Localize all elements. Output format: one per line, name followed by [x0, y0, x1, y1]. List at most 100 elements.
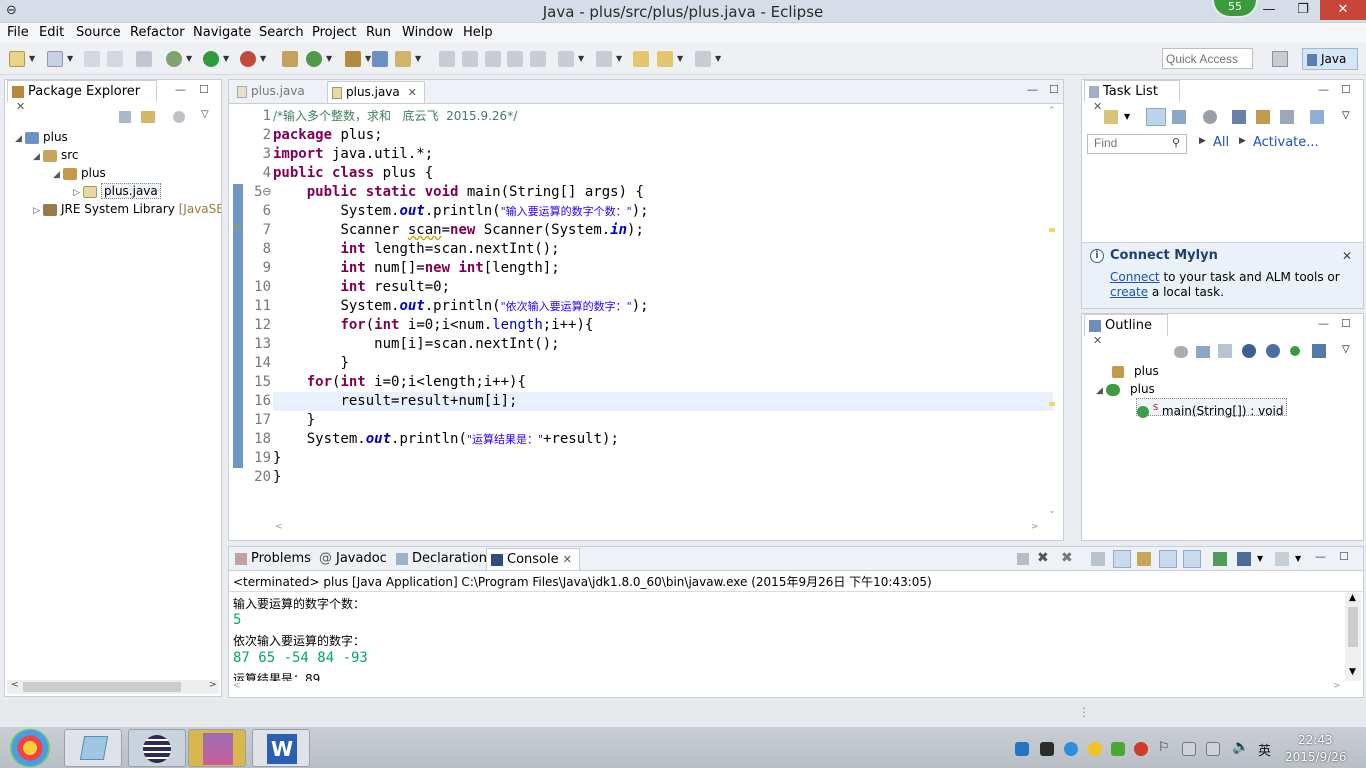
- menu-source[interactable]: Source: [76, 25, 121, 40]
- tree-item-src[interactable]: ◢ src: [33, 146, 79, 164]
- view-menu-icon[interactable]: [173, 111, 185, 123]
- chevron-down-icon[interactable]: ▼: [677, 54, 683, 63]
- tab-javadoc[interactable]: @ Javadoc: [315, 548, 391, 570]
- new-icon[interactable]: [9, 51, 25, 67]
- external-tools-icon[interactable]: [240, 51, 256, 67]
- save-all-icon[interactable]: [107, 51, 123, 67]
- hide-static-icon[interactable]: [1266, 344, 1280, 358]
- task-find-input[interactable]: [1088, 135, 1166, 151]
- tree-item-file[interactable]: ▷ plus.java: [73, 182, 161, 200]
- chevron-down-icon[interactable]: ▼: [1124, 112, 1130, 121]
- code-area[interactable]: /*输入多个整数，求和 底云飞 2015.9.26*/ package plus…: [273, 107, 1053, 487]
- expand-icon[interactable]: ◢: [33, 148, 43, 166]
- previous-annotation-icon[interactable]: [596, 51, 612, 67]
- menu-window[interactable]: Window: [402, 25, 453, 40]
- hide-local-types-icon[interactable]: [1312, 344, 1326, 358]
- clock-date[interactable]: 2015/9/26: [1285, 750, 1347, 764]
- outline-item-class[interactable]: ◢ plus: [1096, 380, 1155, 398]
- java-perspective-button[interactable]: Java: [1302, 48, 1358, 70]
- scroll-right-icon[interactable]: >: [1031, 522, 1039, 532]
- taskbar-wps[interactable]: W: [252, 729, 310, 767]
- scroll-left-icon[interactable]: <: [233, 681, 241, 691]
- hide-completed-icon[interactable]: [1232, 110, 1246, 124]
- editor-horizontal-scrollbar[interactable]: < >: [273, 522, 1043, 536]
- open-perspective-icon[interactable]: [1272, 51, 1288, 67]
- connect-link[interactable]: Connect: [1110, 270, 1160, 284]
- show-whitespace-icon[interactable]: [485, 51, 501, 67]
- debug-icon[interactable]: [166, 51, 182, 67]
- close-icon[interactable]: ✕: [16, 100, 25, 113]
- clear-console-icon[interactable]: [1091, 552, 1105, 566]
- scroll-left-icon[interactable]: <: [275, 522, 283, 532]
- close-icon[interactable]: ✕: [1342, 249, 1352, 263]
- close-icon[interactable]: ✕: [563, 553, 572, 566]
- warning-icon[interactable]: ⚠: [233, 222, 242, 233]
- menu-project[interactable]: Project: [312, 25, 356, 40]
- maximize-icon[interactable]: ☐: [1341, 317, 1351, 330]
- taskbar-explorer[interactable]: [64, 729, 122, 767]
- scrollbar-thumb[interactable]: [1348, 607, 1358, 647]
- last-edit-location-icon[interactable]: [633, 51, 649, 67]
- console-vertical-scrollbar[interactable]: ▲ ▼: [1345, 593, 1361, 681]
- open-console-icon[interactable]: [1275, 552, 1289, 566]
- tray-network-icon[interactable]: [1206, 742, 1220, 756]
- scroll-down-icon[interactable]: ⌄: [1048, 506, 1056, 516]
- skip-breakpoints-icon[interactable]: [136, 51, 152, 67]
- forward-arrow-icon[interactable]: [695, 51, 711, 67]
- search-icon[interactable]: ⚲: [1172, 136, 1180, 149]
- minimize-button[interactable]: —: [1252, 0, 1286, 20]
- chevron-down-icon[interactable]: ▼: [415, 54, 421, 63]
- scroll-down-icon[interactable]: ▼: [1349, 667, 1356, 677]
- menu-refactor[interactable]: Refactor: [130, 25, 185, 40]
- minimize-icon[interactable]: —: [175, 83, 186, 96]
- tray-app-icon[interactable]: [1015, 742, 1029, 756]
- flag-icon[interactable]: ⚐: [1158, 740, 1170, 755]
- tab-problems[interactable]: Problems: [231, 548, 315, 570]
- quick-access-input[interactable]: [1162, 48, 1253, 69]
- tree-item-jre[interactable]: ▷ JRE System Library [JavaSE: [33, 200, 221, 218]
- toggle-mark-occurrences-icon[interactable]: [439, 51, 455, 67]
- chevron-down-icon[interactable]: ▼: [67, 54, 73, 63]
- new-java-project-icon[interactable]: [282, 51, 298, 67]
- tab-plus-java-active[interactable]: plus.java ✕: [327, 81, 425, 103]
- expand-icon[interactable]: ▷: [33, 202, 43, 218]
- tray-security-icon[interactable]: [1111, 742, 1125, 756]
- hide-fields-icon[interactable]: [1242, 344, 1256, 358]
- chevron-down-icon[interactable]: ▽: [201, 109, 209, 120]
- show-paragraph-icon[interactable]: [530, 51, 546, 67]
- maximize-icon[interactable]: ☐: [1341, 83, 1351, 96]
- run-icon[interactable]: [203, 51, 219, 67]
- task-find-field[interactable]: ⚲: [1087, 134, 1187, 154]
- tab-declaration[interactable]: Declaration: [392, 548, 491, 570]
- outline-item-method[interactable]: S main(String[]) : void: [1136, 398, 1287, 418]
- chevron-down-icon[interactable]: ▽: [1342, 344, 1350, 355]
- minimize-icon[interactable]: —: [1318, 317, 1329, 330]
- console-output[interactable]: 输入要运算的数字个数： 5 依次输入要运算的数字： 87 65 -54 84 -…: [229, 593, 1343, 681]
- search-icon[interactable]: [372, 51, 388, 67]
- activate-link[interactable]: Activate...: [1253, 135, 1319, 150]
- tray-qq-icon[interactable]: [1088, 742, 1102, 756]
- new-task-icon[interactable]: [1104, 110, 1118, 124]
- tray-nvidia-icon[interactable]: [1040, 742, 1054, 756]
- hide-non-public-icon[interactable]: [1290, 346, 1300, 356]
- create-link[interactable]: create: [1110, 285, 1148, 299]
- minimize-icon[interactable]: —: [1315, 550, 1326, 563]
- taskbar-eclipse[interactable]: [128, 729, 186, 767]
- new-package-icon[interactable]: [47, 51, 63, 67]
- scroll-up-icon[interactable]: ▲: [1349, 593, 1356, 603]
- all-link[interactable]: All: [1213, 135, 1229, 150]
- warning-underline[interactable]: scan: [408, 222, 442, 238]
- next-annotation-icon[interactable]: [558, 51, 574, 67]
- menu-navigate[interactable]: Navigate: [193, 25, 251, 40]
- close-icon[interactable]: ✕: [1093, 334, 1102, 347]
- tree-item-project[interactable]: ◢ plus: [15, 128, 68, 146]
- outline-item-package[interactable]: plus: [1112, 362, 1159, 380]
- menu-run[interactable]: Run: [366, 25, 391, 40]
- chevron-down-icon[interactable]: ▼: [1257, 554, 1263, 563]
- tray-phone-icon[interactable]: [1134, 742, 1148, 756]
- categorized-icon[interactable]: [1146, 108, 1166, 126]
- scroll-right-icon[interactable]: >: [1333, 681, 1341, 691]
- focus-icon[interactable]: [1203, 110, 1217, 124]
- chevron-down-icon[interactable]: ▼: [365, 54, 371, 63]
- editor-vertical-scrollbar[interactable]: ⌃ ⌄: [1045, 106, 1059, 520]
